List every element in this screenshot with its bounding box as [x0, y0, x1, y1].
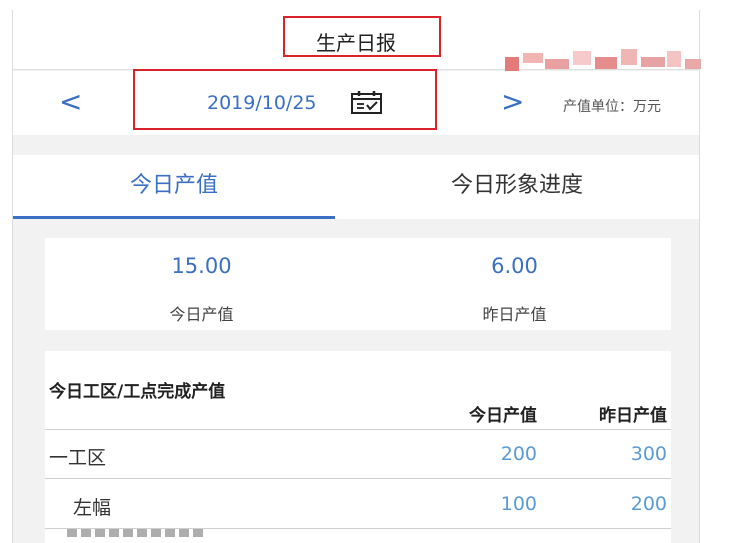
app-frame: 生产日报 < 2019/10/25 > 产值单位：万元 今日产值 今日形象进度 …	[12, 10, 700, 543]
row-yesterday-value: 300	[630, 443, 667, 465]
row-today-value: 200	[500, 443, 537, 465]
prev-day-button[interactable]: <	[59, 85, 82, 118]
tab-today-progress[interactable]: 今日形象进度	[335, 155, 699, 219]
output-table: 今日工区/工点完成产值 今日产值 昨日产值 一工区 200 300 左幅 100…	[45, 351, 671, 543]
table-title: 今日工区/工点完成产值	[49, 382, 226, 402]
column-header-today: 今日产值	[469, 406, 537, 426]
row-name: 一工区	[49, 447, 107, 469]
date-bar: < 2019/10/25 > 产值单位：万元	[13, 69, 699, 135]
summary-today-label: 今日产值	[169, 305, 234, 324]
row-yesterday-value: 200	[630, 493, 667, 515]
next-row-partial	[67, 529, 207, 537]
column-header-yesterday: 昨日产值	[599, 406, 667, 426]
row-name: 左幅	[73, 497, 112, 519]
title-highlight-box	[283, 16, 441, 57]
table-row[interactable]: 一工区 200 300	[45, 430, 671, 479]
table-row[interactable]: 左幅 100 200	[45, 480, 671, 529]
summary-today-value: 15.00	[171, 254, 232, 278]
summary-yesterday-label: 昨日产值	[482, 305, 547, 324]
redacted-area	[505, 45, 705, 77]
row-today-value: 100	[500, 493, 537, 515]
tab-today-output[interactable]: 今日产值	[13, 155, 335, 219]
next-day-button[interactable]: >	[501, 85, 524, 118]
summary-card: 15.00 今日产值 6.00 昨日产值	[45, 238, 671, 330]
summary-yesterday-value: 6.00	[491, 254, 538, 278]
unit-label: 产值单位：万元	[563, 99, 661, 115]
tab-bar: 今日产值 今日形象进度	[13, 155, 699, 219]
date-highlight-box	[133, 69, 437, 130]
